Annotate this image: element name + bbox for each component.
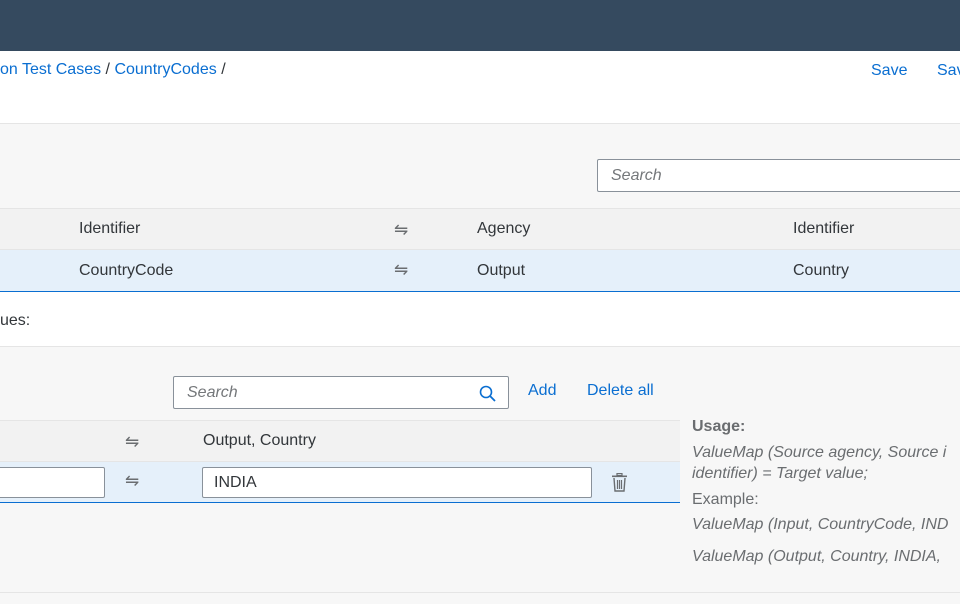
breadcrumb-link-countrycodes[interactable]: CountryCodes xyxy=(114,61,216,78)
usage-example-label: Example: xyxy=(692,491,759,508)
target-value-field[interactable]: INDIA xyxy=(202,467,592,498)
usage-syntax-line2: identifier) = Target value; xyxy=(692,465,868,482)
swap-icon: ⇋ xyxy=(125,471,140,490)
swap-icon: ⇋ xyxy=(125,432,140,451)
source-value-field[interactable] xyxy=(0,467,105,498)
page-header: on Test Cases / CountryCodes / Save Sav xyxy=(0,51,960,124)
usage-example-2: ValueMap (Output, Country, INDIA, xyxy=(692,548,941,565)
value-search-input[interactable] xyxy=(174,377,508,408)
trash-icon[interactable] xyxy=(611,473,628,492)
save-as-button[interactable]: Sav xyxy=(937,62,960,80)
column-header-identifier-source: Identifier xyxy=(79,220,141,237)
value-search-field[interactable] xyxy=(173,376,509,409)
values-label: ues: xyxy=(0,312,31,329)
value-table-row: ⇋ INDIA xyxy=(0,462,680,503)
usage-example-1: ValueMap (Input, CountryCode, IND xyxy=(692,516,949,533)
breadcrumb-separator: / xyxy=(221,61,226,78)
value-table-header: ⇋ Output, Country xyxy=(0,420,680,462)
shell-bar xyxy=(0,0,960,51)
agency-table-header: Identifier ⇋ Agency Identifier xyxy=(0,208,960,250)
save-button[interactable]: Save xyxy=(871,62,907,80)
agency-table-row[interactable]: CountryCode ⇋ Output Country xyxy=(0,250,960,292)
column-header-output-country: Output, Country xyxy=(203,432,316,449)
search-icon[interactable] xyxy=(479,385,496,402)
column-header-agency: Agency xyxy=(477,220,531,237)
column-header-identifier-target: Identifier xyxy=(793,220,855,237)
swap-icon: ⇋ xyxy=(394,220,409,239)
add-button[interactable]: Add xyxy=(528,382,556,400)
cell-source-identifier: CountryCode xyxy=(79,262,174,279)
breadcrumb: on Test Cases / CountryCodes / xyxy=(0,61,226,79)
usage-title: Usage: xyxy=(692,418,746,435)
values-label-bar: ues: xyxy=(0,292,960,347)
breadcrumb-separator: / xyxy=(105,61,110,78)
breadcrumb-link-test-cases[interactable]: on Test Cases xyxy=(0,61,101,78)
swap-icon: ⇋ xyxy=(394,260,409,279)
agency-search-field[interactable] xyxy=(597,159,960,192)
cell-target-agency: Output xyxy=(477,262,526,279)
agency-search-input[interactable] xyxy=(598,160,960,191)
delete-all-button[interactable]: Delete all xyxy=(587,382,654,400)
usage-syntax-line1: ValueMap (Source agency, Source i xyxy=(692,444,947,461)
cell-target-identifier: Country xyxy=(793,262,850,279)
